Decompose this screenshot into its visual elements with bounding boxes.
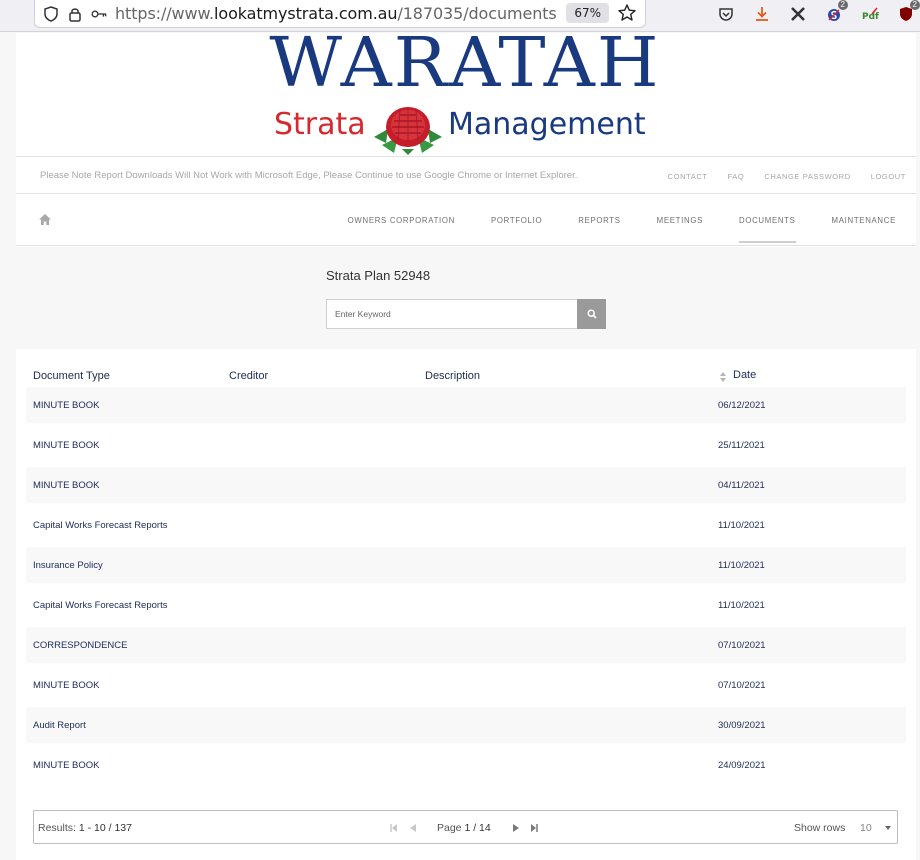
logo-sub-left: Strata	[274, 107, 366, 142]
header-description[interactable]: Description	[425, 370, 480, 382]
logout-link[interactable]: LOGOUT	[871, 172, 906, 181]
home-icon[interactable]	[38, 213, 52, 226]
url-text[interactable]: https://www.lookatmystrata.com.au/187035…	[115, 4, 557, 23]
cell-document-type[interactable]: Insurance Policy	[33, 560, 103, 571]
table-row[interactable]: MINUTE BOOK 07/10/2021	[26, 667, 906, 703]
rows-per-page-select[interactable]: 10	[860, 822, 872, 834]
search-button[interactable]	[577, 299, 606, 329]
nav-items: OWNERS CORPORATION PORTFOLIO REPORTS MEE…	[348, 194, 896, 246]
lock-icon[interactable]	[67, 6, 83, 22]
cell-date: 06/12/2021	[718, 400, 766, 411]
cell-document-type[interactable]: Capital Works Forecast Reports	[33, 520, 167, 531]
cell-date: 11/10/2021	[718, 520, 765, 531]
search-area: Strata Plan 52948	[16, 247, 916, 349]
browser-notice: Please Note Report Downloads Will Not Wo…	[40, 170, 578, 181]
cell-document-type[interactable]: MINUTE BOOK	[33, 440, 100, 451]
logo-title: WARATAH	[269, 24, 661, 103]
nav-reports[interactable]: REPORTS	[578, 194, 620, 246]
contact-link[interactable]: CONTACT	[668, 172, 708, 181]
url-host: lookatmystrata.com.au	[214, 4, 398, 23]
notice-bar: Please Note Report Downloads Will Not Wo…	[16, 156, 916, 194]
table-row[interactable]: MINUTE BOOK 24/09/2021	[26, 747, 906, 783]
pagination-bar: Results: 1 - 10 / 137 Page 1 / 14 Show r…	[33, 810, 898, 844]
table-row[interactable]: Insurance Policy 11/10/2021	[26, 547, 906, 583]
results-summary: Results: 1 - 10 / 137	[38, 822, 132, 834]
cell-document-type[interactable]: MINUTE BOOK	[33, 760, 100, 771]
cell-document-type[interactable]: Audit Report	[33, 720, 86, 731]
bookmark-star-icon[interactable]	[617, 3, 637, 23]
cell-document-type[interactable]: CORRESPONDENCE	[33, 640, 128, 651]
results-range: 1 - 10 / 137	[78, 822, 132, 834]
nav-maintenance[interactable]: MAINTENANCE	[832, 194, 896, 246]
logo-sub-right: Management	[448, 107, 646, 142]
page-value: 1 / 14	[464, 822, 491, 834]
nav-meetings[interactable]: MEETINGS	[657, 194, 703, 246]
cell-date: 11/10/2021	[718, 560, 765, 571]
cell-document-type[interactable]: Capital Works Forecast Reports	[33, 600, 167, 611]
extension-badge: 2	[837, 0, 848, 10]
cell-date: 30/09/2021	[718, 720, 766, 731]
cell-document-type[interactable]: MINUTE BOOK	[33, 480, 100, 491]
cell-date: 24/09/2021	[718, 760, 766, 771]
page-indicator: Page 1 / 14	[437, 822, 491, 834]
table-row[interactable]: MINUTE BOOK 25/11/2021	[26, 427, 906, 463]
cell-date: 07/10/2021	[718, 640, 766, 651]
table-row[interactable]: MINUTE BOOK 06/12/2021	[26, 387, 906, 423]
nav-owners-corporation[interactable]: OWNERS CORPORATION	[348, 194, 455, 246]
documents-table: Document Type Creditor Description Date …	[16, 349, 916, 860]
main-nav: OWNERS CORPORATION PORTFOLIO REPORTS MEE…	[16, 194, 916, 246]
url-path: /187035/documents	[397, 4, 557, 23]
first-page-icon[interactable]	[389, 823, 399, 833]
page: WARATAH Strata Management Please Note Re…	[16, 30, 916, 860]
sort-icon[interactable]	[720, 372, 726, 382]
shield-icon[interactable]	[43, 5, 59, 22]
next-page-icon[interactable]	[511, 823, 521, 833]
cell-document-type[interactable]: MINUTE BOOK	[33, 400, 100, 411]
s-extension-icon[interactable]: 2	[824, 0, 848, 24]
table-row[interactable]: MINUTE BOOK 04/11/2021	[26, 467, 906, 503]
faq-link[interactable]: FAQ	[728, 172, 745, 181]
cell-date: 25/11/2021	[718, 440, 765, 451]
svg-text:Pdf: Pdf	[862, 12, 879, 22]
plan-title: Strata Plan 52948	[326, 268, 431, 283]
ublock-badge: 2	[909, 0, 920, 10]
prev-page-icon[interactable]	[408, 823, 418, 833]
pdf-extension-icon[interactable]: Pdf	[860, 4, 880, 24]
cell-date: 11/10/2021	[718, 600, 765, 611]
top-links: CONTACT FAQ CHANGE PASSWORD LOGOUT	[668, 172, 906, 181]
x-extension-icon[interactable]	[788, 4, 808, 24]
cell-document-type[interactable]: MINUTE BOOK	[33, 680, 100, 691]
zoom-indicator[interactable]: 67%	[566, 3, 609, 23]
ublock-icon[interactable]: 2	[896, 0, 920, 24]
cell-date: 07/10/2021	[718, 680, 766, 691]
pocket-icon[interactable]	[716, 4, 736, 24]
search-icon	[586, 309, 597, 319]
nav-portfolio[interactable]: PORTFOLIO	[491, 194, 542, 246]
table-row[interactable]: CORRESPONDENCE 07/10/2021	[26, 627, 906, 663]
results-label: Results:	[38, 822, 76, 834]
url-prefix: https://www.	[115, 4, 215, 23]
extension-icons: 2 Pdf 2	[716, 0, 920, 28]
table-row[interactable]: Capital Works Forecast Reports 11/10/2021	[26, 507, 906, 543]
chevron-down-icon[interactable]	[885, 826, 891, 830]
nav-documents[interactable]: DOCUMENTS	[739, 194, 796, 246]
key-icon[interactable]	[91, 6, 107, 22]
table-row[interactable]: Audit Report 30/09/2021	[26, 707, 906, 743]
page-label: Page	[437, 822, 462, 834]
header-date[interactable]: Date	[733, 369, 756, 381]
keyword-search-input[interactable]	[326, 299, 578, 329]
header-document-type[interactable]: Document Type	[33, 370, 110, 382]
waratah-flower-icon	[374, 107, 442, 155]
download-icon[interactable]	[752, 4, 772, 24]
table-row[interactable]: Capital Works Forecast Reports 11/10/2021	[26, 587, 906, 623]
show-rows-label: Show rows	[794, 822, 846, 834]
header-creditor[interactable]: Creditor	[229, 370, 268, 382]
last-page-icon[interactable]	[529, 823, 539, 833]
change-password-link[interactable]: CHANGE PASSWORD	[764, 172, 850, 181]
site-logo[interactable]: WARATAH Strata Management	[269, 30, 659, 155]
cell-date: 04/11/2021	[718, 480, 765, 491]
